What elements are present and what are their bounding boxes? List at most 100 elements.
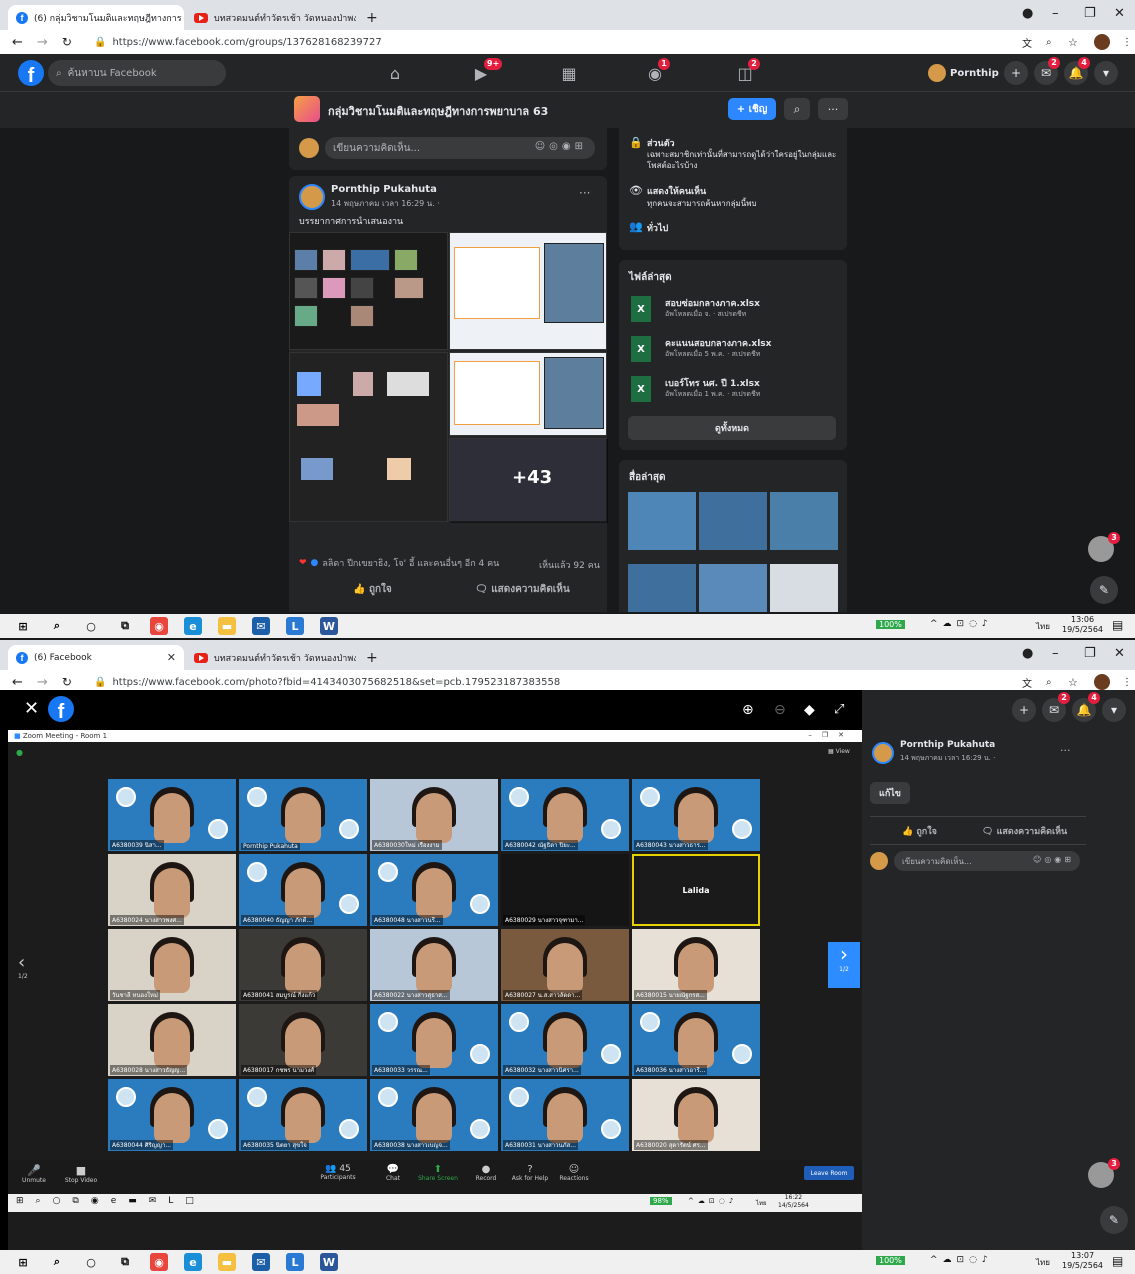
participant-tile[interactable]: A6380020 สุดารัตน์ ศร... — [632, 1079, 760, 1151]
participant-tile[interactable]: A6380028 นางสาวธัญญ... — [108, 1004, 236, 1076]
post-author[interactable]: Pornthip Pukahuta — [331, 184, 437, 195]
participant-tile[interactable]: A6380027 น.ส.สาวลัดดา... — [501, 929, 629, 1001]
tab-youtube[interactable]: บทสวดมนต์ทำวัตรเช้า วัดหนองป่าพง ✕ — [186, 5, 356, 30]
participant-tile[interactable]: A6380032 นางสาวนิศรา... — [501, 1004, 629, 1076]
media-thumb[interactable] — [770, 564, 838, 612]
participant-tile[interactable]: A6380044 ศิริญญา... — [108, 1079, 236, 1151]
back-icon[interactable]: ← — [12, 35, 23, 50]
tab-youtube[interactable]: บทสวดมนต์ทำวัตรเช้า วัดหนองป่าพง ✕ — [186, 645, 356, 670]
clock[interactable]: 13:06 19/5/2564 — [1062, 615, 1103, 635]
participant-tile[interactable]: A6380038 นางสาวเบญจ... — [370, 1079, 498, 1151]
reload-icon[interactable]: ↻ — [62, 675, 72, 689]
participant-tile[interactable]: A6380033 วรรณ... — [370, 1004, 498, 1076]
notification-center-icon[interactable]: ▤ — [1112, 1254, 1123, 1268]
zoom-out-icon[interactable]: ⊖ — [774, 702, 786, 718]
avatar[interactable] — [872, 742, 894, 764]
minimize-button[interactable]: – — [1052, 646, 1059, 661]
new-message-icon[interactable]: ✎ — [1100, 1206, 1128, 1234]
post-photo-3[interactable] — [289, 352, 448, 522]
participant-tile[interactable]: A6380015 นายณัฐกรส... — [632, 929, 760, 1001]
system-tray-icons[interactable]: ^☁⊡◌♪ — [930, 619, 993, 629]
zoom-icon[interactable]: ⌕ — [1046, 37, 1052, 48]
avatar[interactable] — [299, 184, 325, 210]
file-explorer-icon[interactable]: ▬ — [218, 617, 236, 635]
chrome-icon[interactable]: ◉ — [150, 1253, 168, 1271]
leave-room-button[interactable]: Leave Room — [804, 1166, 854, 1180]
maximize-button[interactable]: ❐ — [1084, 646, 1096, 661]
facebook-logo-icon[interactable]: f — [18, 60, 44, 86]
avatar[interactable] — [1094, 34, 1110, 50]
mail-icon[interactable]: ✉ — [252, 1253, 270, 1271]
cortana-icon[interactable]: ○ — [82, 1253, 100, 1271]
post-photo-5[interactable]: +43 — [449, 438, 608, 523]
edit-button[interactable]: แก้ไข — [870, 782, 910, 804]
comment-input[interactable]: เขียนความคิดเห็น... ☺◎◉⊞ — [325, 137, 595, 159]
line-app-icon[interactable]: L — [286, 1253, 304, 1271]
file-item[interactable]: X เบอร์โทร นศ. ปี 1.xlsx อัพโหลดเมื่อ 1 … — [631, 374, 841, 410]
task-view-icon[interactable]: ⧉ — [116, 617, 134, 635]
post-author[interactable]: Pornthip Pukahuta — [900, 740, 995, 750]
invite-button[interactable]: + เชิญ — [728, 98, 776, 120]
participant-tile[interactable]: A6380043 นางสาวธาร... — [632, 779, 760, 851]
participant-tile[interactable]: A6380042 ณัฐธิดา ปิยะ... — [501, 779, 629, 851]
media-thumb[interactable] — [628, 492, 696, 550]
zoom-in-icon[interactable]: ⊕ — [742, 702, 754, 718]
create-button[interactable]: + — [1012, 698, 1036, 722]
next-page-button[interactable]: › 1/2 — [828, 942, 860, 988]
post-photo-4[interactable] — [449, 352, 607, 436]
participant-tile[interactable]: A6380035 นิตยา สุขใจ — [239, 1079, 367, 1151]
reload-icon[interactable]: ↻ — [62, 35, 72, 49]
participant-tile[interactable]: A6380031 นางสาวนภัส... — [501, 1079, 629, 1151]
input-language[interactable]: ไทย — [1036, 1256, 1050, 1269]
share-screen-button[interactable]: ⬆ Share Screen — [418, 1164, 458, 1182]
media-thumb[interactable] — [770, 492, 838, 550]
view-button[interactable]: ▦ View — [828, 748, 850, 755]
stop-video-button[interactable]: ■ Stop Video — [62, 1164, 100, 1184]
media-thumb[interactable] — [699, 564, 767, 612]
word-icon[interactable]: W — [320, 617, 338, 635]
mail-icon[interactable]: ✉ — [252, 617, 270, 635]
avatar[interactable] — [1094, 674, 1110, 690]
like-button[interactable]: 👍 ถูกใจ — [353, 582, 392, 597]
post-more-icon[interactable]: ··· — [1060, 744, 1071, 757]
home-icon[interactable]: ⌂ — [384, 62, 406, 84]
participant-tile[interactable]: Lalida — [632, 854, 760, 926]
media-thumb[interactable] — [699, 492, 767, 550]
system-tray-icons[interactable]: ^☁⊡◌♪ — [930, 1255, 993, 1265]
more-photos-count[interactable]: +43 — [512, 467, 552, 488]
edge-icon[interactable]: e — [184, 1253, 202, 1271]
post-date[interactable]: 14 พฤษภาคม เวลา 16:29 น. · — [900, 753, 995, 764]
marketplace-icon[interactable]: ▦ — [558, 62, 580, 84]
maximize-button[interactable]: ❐ — [1084, 6, 1096, 21]
participant-tile[interactable]: A6380022 นางสาวสุธาส... — [370, 929, 498, 1001]
edge-icon[interactable]: e — [184, 617, 202, 635]
reactions-button[interactable]: ☺ Reactions — [556, 1164, 592, 1182]
file-item[interactable]: X คะแนนสอบกลางภาค.xlsx อัพโหลดเมื่อ 5 พ.… — [631, 334, 841, 370]
chrome-icon[interactable]: ◉ — [150, 617, 168, 635]
post-photo-2[interactable] — [449, 232, 607, 350]
tab-facebook-group[interactable]: f (6) กลุ่มวิชามโนมติและทฤษฎีทางการ ✕ — [8, 5, 184, 30]
unmute-button[interactable]: 🎤 Unmute — [18, 1164, 50, 1184]
tab-facebook-photo[interactable]: f (6) Facebook ✕ — [8, 645, 184, 670]
record-button[interactable]: ● Record — [470, 1164, 502, 1182]
participant-tile[interactable]: Pornthip Pukahuta — [239, 779, 367, 851]
reactions-summary[interactable]: ❤ ● ลลิดา ปีกเขยาธิง, โจ' อี้ และคนอื่นๆ… — [299, 556, 499, 570]
url-field[interactable]: 🔒 https://www.facebook.com/groups/137628… — [88, 33, 1065, 51]
like-button[interactable]: 👍 ถูกใจ — [902, 824, 937, 838]
participant-tile[interactable]: A6380029 นางสาวจุฑามา... — [501, 854, 629, 926]
participant-tile[interactable]: A6380024 นางสาวพงศ... — [108, 854, 236, 926]
facebook-logo-icon[interactable]: f — [48, 696, 74, 722]
group-search-icon[interactable]: ⌕ — [784, 98, 810, 120]
new-message-icon[interactable]: ✎ — [1090, 576, 1118, 604]
post-more-icon[interactable]: ··· — [579, 186, 590, 200]
new-tab-button[interactable]: + — [358, 645, 380, 670]
participant-tile[interactable]: A6380039 นิสา... — [108, 779, 236, 851]
word-icon[interactable]: W — [320, 1253, 338, 1271]
new-tab-button[interactable]: + — [358, 5, 380, 30]
notification-center-icon[interactable]: ▤ — [1112, 618, 1123, 632]
comment-button[interactable]: 🗨 แสดงความคิดเห็น — [982, 824, 1067, 838]
close-viewer-icon[interactable]: ✕ — [24, 698, 39, 719]
windows-start-icon[interactable]: ⊞ — [14, 617, 32, 635]
chat-button[interactable]: 💬 Chat — [380, 1164, 406, 1182]
participant-tile[interactable]: A6380036 นางสาวอารี... — [632, 1004, 760, 1076]
